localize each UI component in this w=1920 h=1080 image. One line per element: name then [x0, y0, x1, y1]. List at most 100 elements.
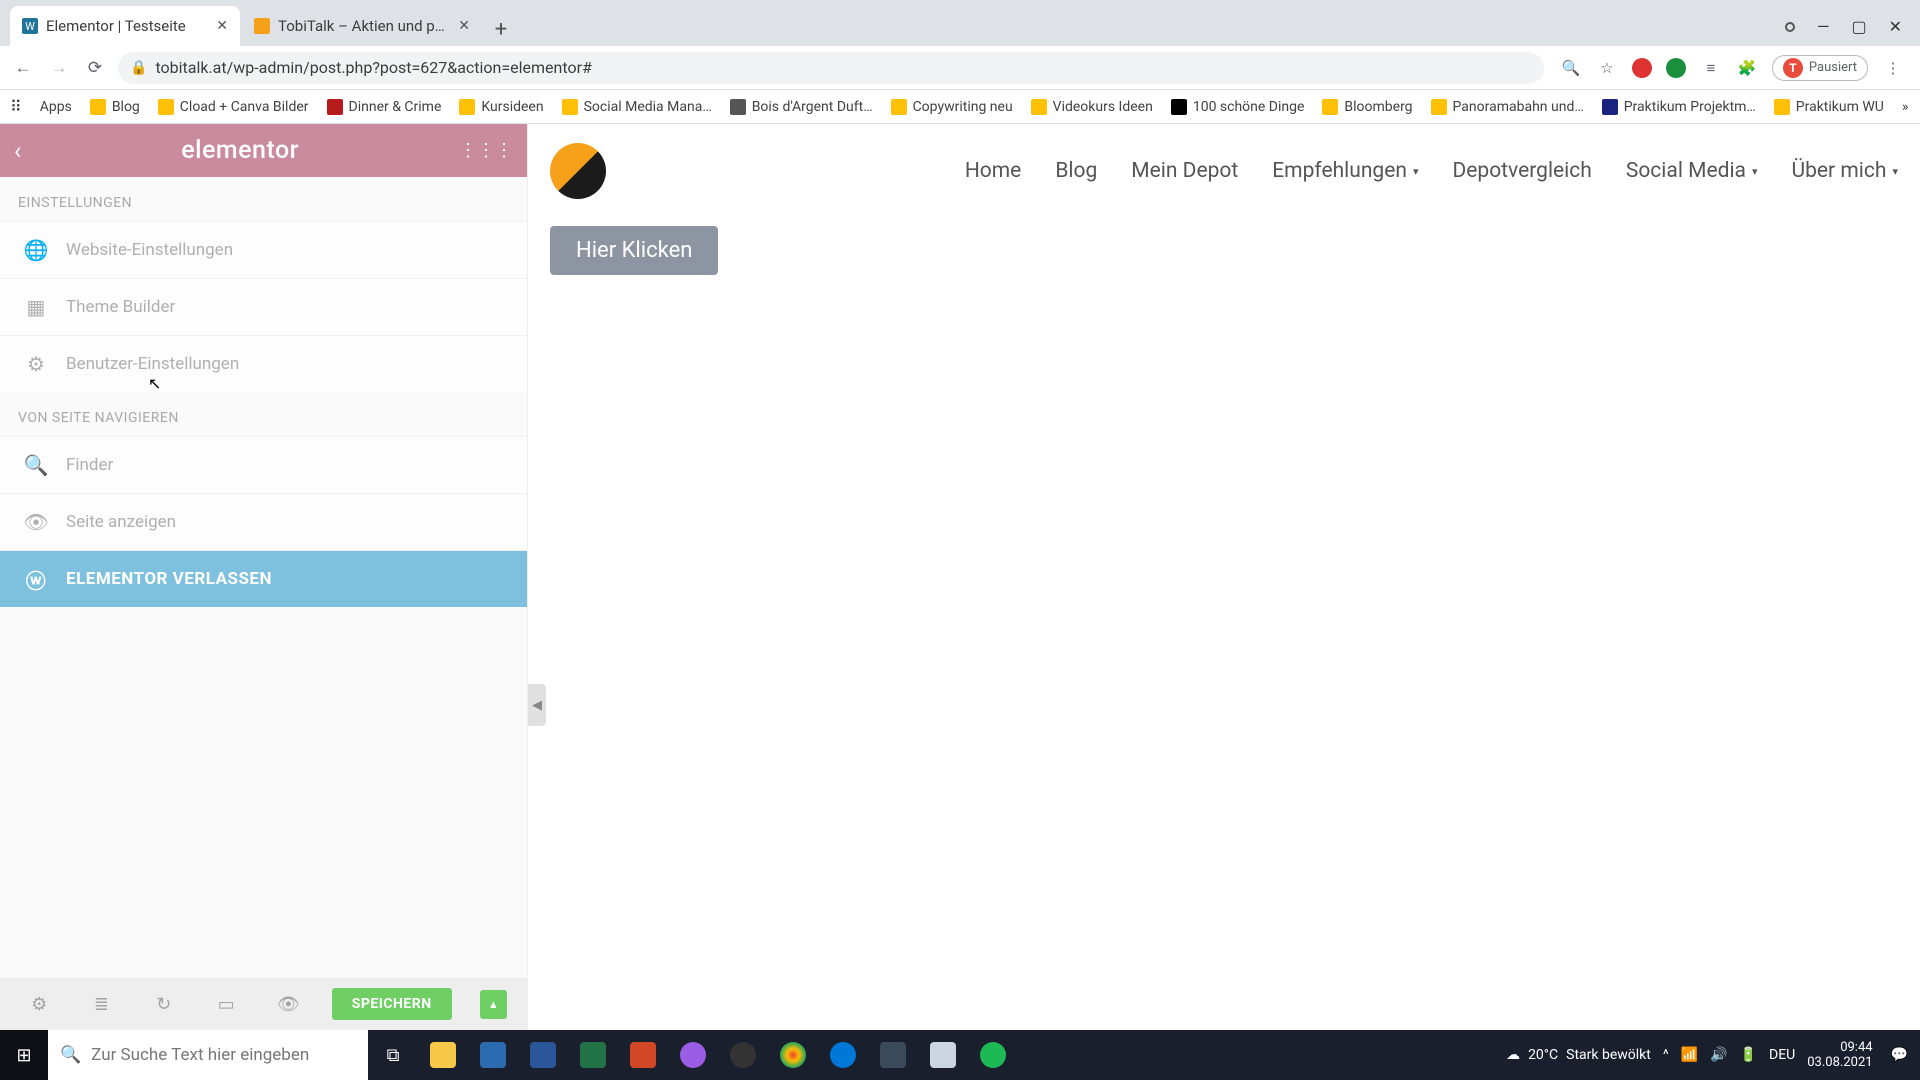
- tray-chevron-icon[interactable]: ^: [1663, 1047, 1669, 1063]
- nav-blog[interactable]: Blog: [1055, 159, 1097, 183]
- menu-view-page[interactable]: 👁 Seite anzeigen: [0, 493, 527, 550]
- close-window-icon[interactable]: ✕: [1889, 17, 1902, 36]
- browser-tab-active[interactable]: W Elementor | Testseite ✕: [10, 6, 240, 46]
- taskbar-app[interactable]: [568, 1030, 618, 1080]
- start-button[interactable]: ⊞: [0, 1030, 48, 1080]
- history-icon[interactable]: ↻: [145, 994, 183, 1015]
- menu-user-settings[interactable]: ⚙ Benutzer-Einstellungen: [0, 335, 527, 392]
- taskbar-app[interactable]: [668, 1030, 718, 1080]
- search-icon: 🔍: [60, 1045, 81, 1065]
- volume-icon[interactable]: 🔊: [1710, 1047, 1727, 1063]
- taskbar-app[interactable]: [718, 1030, 768, 1080]
- zoom-icon[interactable]: 🔍: [1560, 57, 1582, 79]
- taskbar-app[interactable]: [968, 1030, 1018, 1080]
- apps-icon[interactable]: ⠿: [10, 97, 22, 116]
- nav-about[interactable]: Über mich▾: [1792, 159, 1898, 183]
- close-icon[interactable]: ✕: [216, 18, 228, 34]
- eye-icon: 👁: [24, 510, 48, 534]
- browser-tab[interactable]: TobiTalk – Aktien und persönlich… ✕: [242, 6, 482, 46]
- demo-button[interactable]: Hier Klicken: [550, 226, 718, 275]
- save-button[interactable]: SPEICHERN: [332, 988, 452, 1020]
- menu-label: Theme Builder: [66, 297, 175, 317]
- extension-icon[interactable]: [1666, 58, 1686, 78]
- bookmark-item[interactable]: Apps: [40, 99, 72, 115]
- wordpress-icon: W: [22, 18, 38, 34]
- bookmark-item[interactable]: Blog: [90, 99, 140, 115]
- menu-exit-elementor[interactable]: ⓦ ELEMENTOR VERLASSEN: [0, 550, 527, 607]
- bookmark-item[interactable]: Kursideen: [459, 99, 543, 115]
- battery-icon[interactable]: 🔋: [1740, 1047, 1757, 1063]
- responsive-icon[interactable]: ▭: [207, 994, 245, 1015]
- extensions-puzzle-icon[interactable]: 🧩: [1736, 57, 1758, 79]
- menu-label: Seite anzeigen: [66, 512, 176, 532]
- minimize-icon[interactable]: —: [1817, 17, 1830, 36]
- taskbar-app[interactable]: [418, 1030, 468, 1080]
- nav-depotvergleich[interactable]: Depotvergleich: [1453, 159, 1592, 183]
- profile-status: Pausiert: [1809, 60, 1857, 75]
- bookmark-item[interactable]: Praktikum Projektm…: [1602, 99, 1756, 115]
- extension-icon[interactable]: [1632, 58, 1652, 78]
- taskbar-search[interactable]: 🔍 Zur Suche Text hier eingeben: [48, 1030, 368, 1080]
- widgets-icon[interactable]: ⋮⋮⋮: [459, 140, 513, 161]
- bookmark-item[interactable]: 100 schöne Dinge: [1171, 99, 1305, 115]
- url-field[interactable]: 🔒 tobitalk.at/wp-admin/post.php?post=627…: [118, 52, 1544, 84]
- settings-icon[interactable]: ⚙: [20, 994, 58, 1015]
- nav-home[interactable]: Home: [965, 159, 1022, 183]
- wordpress-icon: ⓦ: [24, 567, 48, 591]
- notifications-icon[interactable]: 💬: [1891, 1047, 1908, 1063]
- taskbar-app[interactable]: [768, 1030, 818, 1080]
- taskbar-app[interactable]: [618, 1030, 668, 1080]
- bookmark-item[interactable]: Videokurs Ideen: [1031, 99, 1153, 115]
- menu-theme-builder[interactable]: ▦ Theme Builder: [0, 278, 527, 335]
- bookmark-item[interactable]: Social Media Mana…: [562, 99, 712, 115]
- nav-social[interactable]: Social Media▾: [1626, 159, 1758, 183]
- weather-widget[interactable]: ☁ 20°C Stark bewölkt: [1506, 1047, 1651, 1063]
- reload-button[interactable]: ⟳: [82, 55, 108, 81]
- bookmark-item[interactable]: Cload + Canva Bilder: [158, 99, 309, 115]
- maximize-icon[interactable]: ▢: [1851, 17, 1866, 36]
- taskbar-app[interactable]: [518, 1030, 568, 1080]
- bookmark-item[interactable]: Dinner & Crime: [327, 99, 442, 115]
- site-logo[interactable]: [550, 143, 606, 199]
- taskbar-app[interactable]: [468, 1030, 518, 1080]
- back-button[interactable]: ←: [10, 55, 36, 81]
- menu-icon[interactable]: ⋮: [1882, 57, 1904, 79]
- bookmark-item[interactable]: Bloomberg: [1322, 99, 1412, 115]
- taskbar-app[interactable]: [818, 1030, 868, 1080]
- preview-icon[interactable]: 👁: [269, 994, 307, 1015]
- star-icon[interactable]: ☆: [1596, 57, 1618, 79]
- taskbar-clock[interactable]: 09:44 03.08.2021: [1807, 1040, 1878, 1070]
- weather-temp: 20°C: [1528, 1047, 1558, 1063]
- wifi-icon[interactable]: 📶: [1681, 1047, 1698, 1063]
- account-icon[interactable]: [1785, 22, 1795, 32]
- back-icon[interactable]: ‹: [14, 137, 21, 165]
- extension-icon[interactable]: ≡: [1700, 57, 1722, 79]
- collapse-sidebar-button[interactable]: ◀: [528, 684, 546, 726]
- new-tab-button[interactable]: +: [484, 12, 518, 46]
- bookmark-item[interactable]: Bois d'Argent Duft…: [730, 99, 873, 115]
- avatar-icon: T: [1783, 58, 1803, 78]
- chevron-down-icon: ▾: [1413, 165, 1419, 178]
- page-preview[interactable]: Home Blog Mein Depot Empfehlungen▾ Depot…: [528, 124, 1920, 1030]
- nav-empfehlungen[interactable]: Empfehlungen▾: [1272, 159, 1418, 183]
- save-options-button[interactable]: ▲: [480, 990, 507, 1019]
- bookmark-item[interactable]: Panoramabahn und…: [1431, 99, 1584, 115]
- profile-badge[interactable]: T Pausiert: [1772, 55, 1868, 81]
- bookmark-item[interactable]: Copywriting neu: [891, 99, 1013, 115]
- site-header: Home Blog Mein Depot Empfehlungen▾ Depot…: [550, 138, 1898, 204]
- language-indicator[interactable]: DEU: [1769, 1047, 1795, 1063]
- taskbar-app[interactable]: [868, 1030, 918, 1080]
- browser-tab-bar: W Elementor | Testseite ✕ TobiTalk – Akt…: [0, 0, 1920, 46]
- menu-finder[interactable]: 🔍 Finder: [0, 436, 527, 493]
- task-view-icon[interactable]: ⧉: [368, 1030, 418, 1080]
- site-icon: [254, 18, 270, 34]
- taskbar-app[interactable]: [918, 1030, 968, 1080]
- nav-depot[interactable]: Mein Depot: [1131, 159, 1238, 183]
- bookmark-item[interactable]: Praktikum WU: [1774, 99, 1884, 115]
- forward-button[interactable]: →: [46, 55, 72, 81]
- menu-website-settings[interactable]: 🌐 Website-Einstellungen: [0, 221, 527, 278]
- chevron-down-icon: ▾: [1892, 165, 1898, 178]
- bookmarks-overflow[interactable]: »: [1902, 99, 1909, 115]
- close-icon[interactable]: ✕: [458, 18, 470, 34]
- navigator-icon[interactable]: ≣: [82, 994, 120, 1015]
